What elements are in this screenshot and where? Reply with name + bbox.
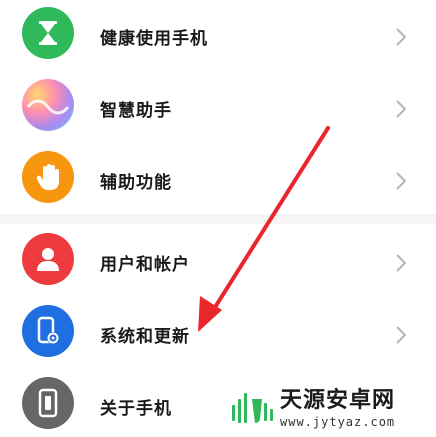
watermark-title: 天源安卓网 [280, 388, 396, 413]
smart-assistant-icon [22, 79, 74, 131]
settings-item-users-accounts[interactable]: 用户和帐户 [0, 222, 436, 296]
user-icon [22, 233, 74, 285]
settings-item-label: 辅助功能 [100, 173, 172, 193]
chevron-right-icon [396, 326, 407, 344]
settings-item-accessibility[interactable]: 辅助功能 [0, 140, 436, 214]
watermark-logo-icon [232, 393, 273, 423]
settings-item-label: 系统和更新 [100, 327, 190, 347]
phone-icon [22, 377, 74, 429]
watermark: 天源安卓网 www.jytyaz.com [230, 385, 430, 433]
watermark-url: www.jytyaz.com [280, 415, 396, 429]
chevron-right-icon [396, 100, 407, 118]
settings-item-label: 智慧助手 [100, 101, 172, 121]
settings-item-smart-assistant[interactable]: 智慧助手 [0, 68, 436, 142]
settings-item-label: 健康使用手机 [100, 29, 208, 49]
settings-item-system-updates[interactable]: 系统和更新 [0, 294, 436, 368]
settings-item-label: 关于手机 [100, 399, 172, 419]
hand-icon [22, 151, 74, 203]
settings-item-label: 用户和帐户 [100, 255, 190, 275]
chevron-right-icon [396, 254, 407, 272]
chevron-right-icon [396, 172, 407, 190]
settings-item-digital-balance[interactable]: 健康使用手机 [0, 0, 436, 74]
hourglass-icon [22, 7, 74, 59]
settings-page: 健康使用手机 智慧助手 辅助功能 用户和帐户 系统和更新 关于手机 天源安卓网 … [0, 0, 436, 437]
chevron-right-icon [396, 28, 407, 46]
phone-settings-icon [22, 305, 74, 357]
